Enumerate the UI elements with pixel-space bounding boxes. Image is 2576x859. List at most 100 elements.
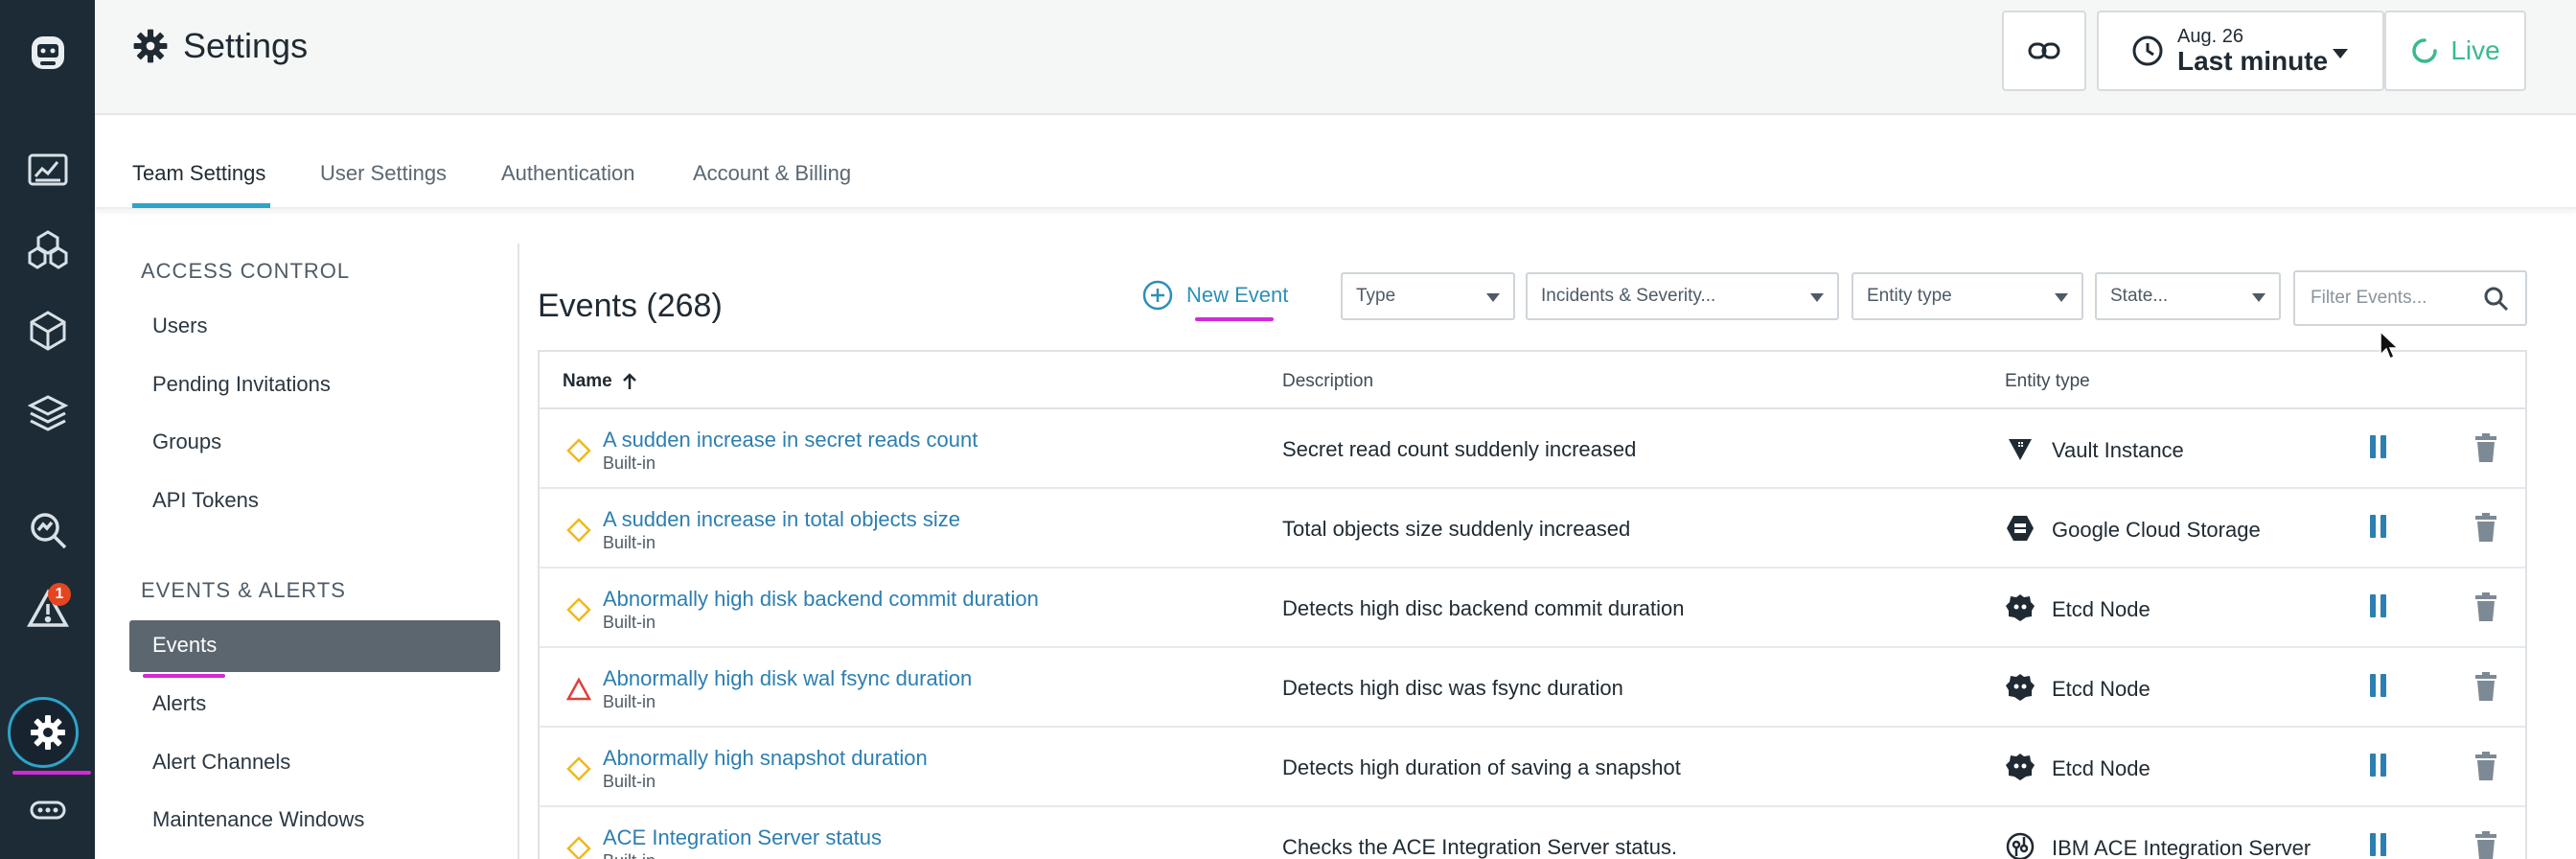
name-column-header[interactable]: Name	[563, 371, 637, 392]
chevron-down-icon	[1810, 293, 1824, 302]
sidebar-item-users[interactable]: Users	[152, 313, 207, 338]
infrastructure-icon[interactable]	[0, 216, 95, 283]
filter-events-placeholder: Filter Events...	[2311, 288, 2427, 308]
event-description: Detects high disc was fsync duration	[1282, 676, 1623, 700]
entity-type-filter[interactable]: Entity type	[1852, 272, 2083, 320]
table-header: Name Description Entity type	[540, 352, 2525, 409]
tab-user-settings[interactable]: User Settings	[320, 161, 447, 186]
chevron-down-icon	[2333, 49, 2348, 58]
event-built-in-label: Built-in	[603, 692, 656, 711]
sidebar-item-pending-invitations[interactable]: Pending Invitations	[152, 372, 331, 397]
logo-icon[interactable]	[0, 19, 95, 86]
copy-link-button[interactable]	[2002, 11, 2086, 91]
top-header: Settings Aug. 26 Last minute Live	[95, 0, 2576, 115]
sidebar-item-maintenance-windows[interactable]: Maintenance Windows	[152, 807, 364, 832]
tab-team-settings[interactable]: Team Settings	[132, 161, 265, 186]
applications-icon[interactable]	[0, 297, 95, 364]
new-event-button[interactable]: New Event	[1142, 280, 1288, 311]
active-tab-indicator	[132, 203, 270, 208]
warning-severity-icon	[566, 836, 591, 859]
event-description: Total objects size suddenly increased	[1282, 517, 1631, 541]
state-filter[interactable]: State...	[2095, 272, 2281, 320]
delete-trash-icon[interactable]	[2473, 592, 2498, 622]
delete-trash-icon[interactable]	[2473, 830, 2498, 859]
event-name-link[interactable]: A sudden increase in secret reads count	[603, 428, 978, 453]
gcs-icon	[2007, 516, 2034, 541]
event-description: Detects high disc backend commit duratio…	[1282, 596, 1685, 620]
delete-trash-icon[interactable]	[2473, 432, 2498, 463]
delete-trash-icon[interactable]	[2473, 751, 2498, 781]
ibm-ace-icon	[2006, 832, 2035, 859]
pause-event-button[interactable]	[2370, 674, 2386, 697]
event-name-link[interactable]: ACE Integration Server status	[603, 825, 882, 850]
sort-ascending-icon[interactable]	[622, 372, 637, 391]
event-name-link[interactable]: Abnormally high snapshot duration	[603, 746, 928, 771]
search-icon[interactable]	[2483, 286, 2510, 313]
table-row[interactable]: ACE Integration Server status Built-in C…	[540, 807, 2525, 859]
left-rail: 1	[0, 0, 95, 859]
sidebar-item-groups[interactable]: Groups	[152, 430, 221, 454]
tab-authentication[interactable]: Authentication	[501, 161, 634, 186]
access-control-heading: ACCESS CONTROL	[141, 259, 351, 283]
add-circle-icon	[1142, 280, 1173, 311]
etcd-icon	[2006, 674, 2035, 701]
pause-event-button[interactable]	[2370, 754, 2386, 777]
name-column-label: Name	[563, 371, 612, 391]
table-row[interactable]: A sudden increase in secret reads count …	[540, 409, 2525, 489]
delete-trash-icon[interactable]	[2473, 671, 2498, 702]
new-event-underline	[1195, 317, 1274, 321]
settings-tabs: Team Settings User Settings Authenticati…	[95, 117, 2576, 209]
entity-type-column-header[interactable]: Entity type	[2005, 371, 2090, 392]
event-built-in-label: Built-in	[603, 851, 656, 859]
platforms-icon[interactable]	[0, 380, 95, 447]
pause-event-button[interactable]	[2370, 515, 2386, 538]
event-name-link[interactable]: Abnormally high disk backend commit dura…	[603, 587, 1039, 612]
event-name-link[interactable]: A sudden increase in total objects size	[603, 507, 960, 532]
type-filter[interactable]: Type	[1341, 272, 1515, 320]
page-title: Settings	[183, 26, 309, 65]
settings-nav-underline	[12, 771, 91, 775]
events-alerts-heading: EVENTS & ALERTS	[141, 578, 346, 602]
events-table: Name Description Entity type A sudden in…	[538, 350, 2527, 859]
more-icon[interactable]	[0, 777, 95, 844]
table-row[interactable]: Abnormally high snapshot duration Built-…	[540, 728, 2525, 807]
tab-account-billing[interactable]: Account & Billing	[693, 161, 851, 186]
incidents-severity-filter[interactable]: Incidents & Severity...	[1526, 272, 1839, 320]
time-range: Last minute	[2177, 46, 2329, 76]
event-built-in-label: Built-in	[603, 613, 656, 632]
analytics-icon[interactable]	[0, 497, 95, 564]
entity-type-value: IBM ACE Integration Server	[2052, 836, 2312, 859]
vault-icon	[2009, 439, 2032, 460]
table-row[interactable]: A sudden increase in total objects size …	[540, 489, 2525, 569]
filter-events-input[interactable]: Filter Events...	[2293, 270, 2527, 326]
time-range-picker[interactable]: Aug. 26 Last minute	[2097, 11, 2384, 91]
delete-trash-icon[interactable]	[2473, 512, 2498, 543]
warning-severity-icon	[566, 597, 591, 622]
sidebar-item-alert-channels[interactable]: Alert Channels	[152, 750, 290, 775]
pause-event-button[interactable]	[2370, 435, 2386, 458]
type-filter-label: Type	[1356, 286, 1396, 306]
refresh-icon	[2412, 38, 2438, 63]
link-icon	[2028, 42, 2060, 59]
pause-event-button[interactable]	[2370, 833, 2386, 856]
sidebar-item-api-tokens[interactable]: API Tokens	[152, 488, 259, 513]
pause-event-button[interactable]	[2370, 594, 2386, 617]
events-alerts-icon[interactable]: 1	[0, 575, 95, 642]
entity-type-value: Google Cloud Storage	[2052, 518, 2261, 542]
event-built-in-label: Built-in	[603, 772, 656, 791]
settings-gear-icon[interactable]	[0, 699, 95, 766]
event-built-in-label: Built-in	[603, 453, 656, 473]
event-name-link[interactable]: Abnormally high disk wal fsync duration	[603, 666, 972, 691]
chevron-down-icon	[2252, 293, 2266, 302]
sidebar-divider	[518, 244, 519, 859]
events-title: Events (268)	[538, 288, 723, 324]
live-button[interactable]: Live	[2384, 11, 2526, 91]
table-row[interactable]: Abnormally high disk backend commit dura…	[540, 569, 2525, 648]
entity-type-value: Vault Instance	[2052, 438, 2184, 462]
dashboards-icon[interactable]	[0, 136, 95, 203]
chevron-down-icon	[1486, 293, 1500, 302]
description-column-header[interactable]: Description	[1282, 371, 1373, 392]
sidebar-item-alerts[interactable]: Alerts	[152, 691, 206, 716]
table-row[interactable]: Abnormally high disk wal fsync duration …	[540, 648, 2525, 728]
warning-severity-icon	[566, 438, 591, 463]
